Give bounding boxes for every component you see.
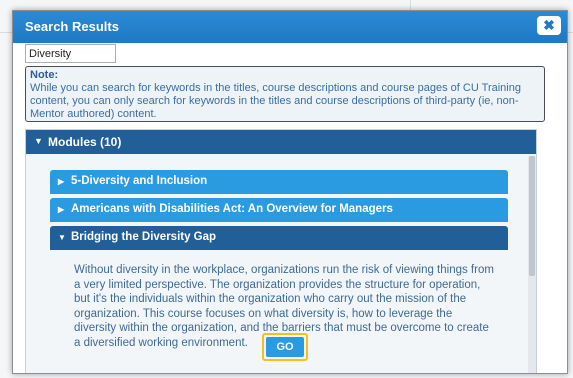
dialog-header: Search Results ✖ [13, 11, 567, 43]
module-item-label: 5-Diversity and Inclusion [71, 175, 208, 187]
caret-right-icon: ▶ [58, 177, 65, 186]
caret-down-icon: ▼ [34, 136, 43, 146]
modules-header[interactable]: ▼ Modules (10) [26, 130, 536, 154]
search-results-dialog: Search Results ✖ Note: While you can sea… [12, 10, 568, 374]
dialog-title: Search Results [25, 19, 119, 34]
module-item[interactable]: ▶ 5-Diversity and Inclusion [50, 170, 508, 194]
module-item-label: Americans with Disabilities Act: An Over… [71, 203, 393, 215]
scrollbar-thumb[interactable] [529, 156, 535, 276]
modules-header-label: Modules (10) [48, 135, 122, 149]
search-input[interactable] [25, 44, 116, 63]
module-item-label: Bridging the Diversity Gap [71, 231, 217, 243]
background-divider [410, 0, 411, 10]
modules-panel: ▼ Modules (10) ▶ 5-Diversity and Inclusi… [25, 129, 537, 373]
go-button[interactable]: GO [266, 337, 304, 357]
module-item[interactable]: ▶ Americans with Disabilities Act: An Ov… [50, 198, 508, 222]
go-button-highlight: GO [262, 333, 308, 361]
note-box: Note: While you can search for keywords … [25, 66, 545, 122]
caret-down-icon: ▼ [58, 233, 66, 242]
close-icon[interactable]: ✖ [537, 16, 561, 35]
scrollbar[interactable] [528, 156, 536, 373]
note-text: While you can search for keywords in the… [30, 82, 521, 120]
caret-right-icon: ▶ [58, 205, 65, 214]
note-label: Note: [30, 69, 59, 81]
module-item-active[interactable]: ▼ Bridging the Diversity Gap [50, 226, 508, 250]
